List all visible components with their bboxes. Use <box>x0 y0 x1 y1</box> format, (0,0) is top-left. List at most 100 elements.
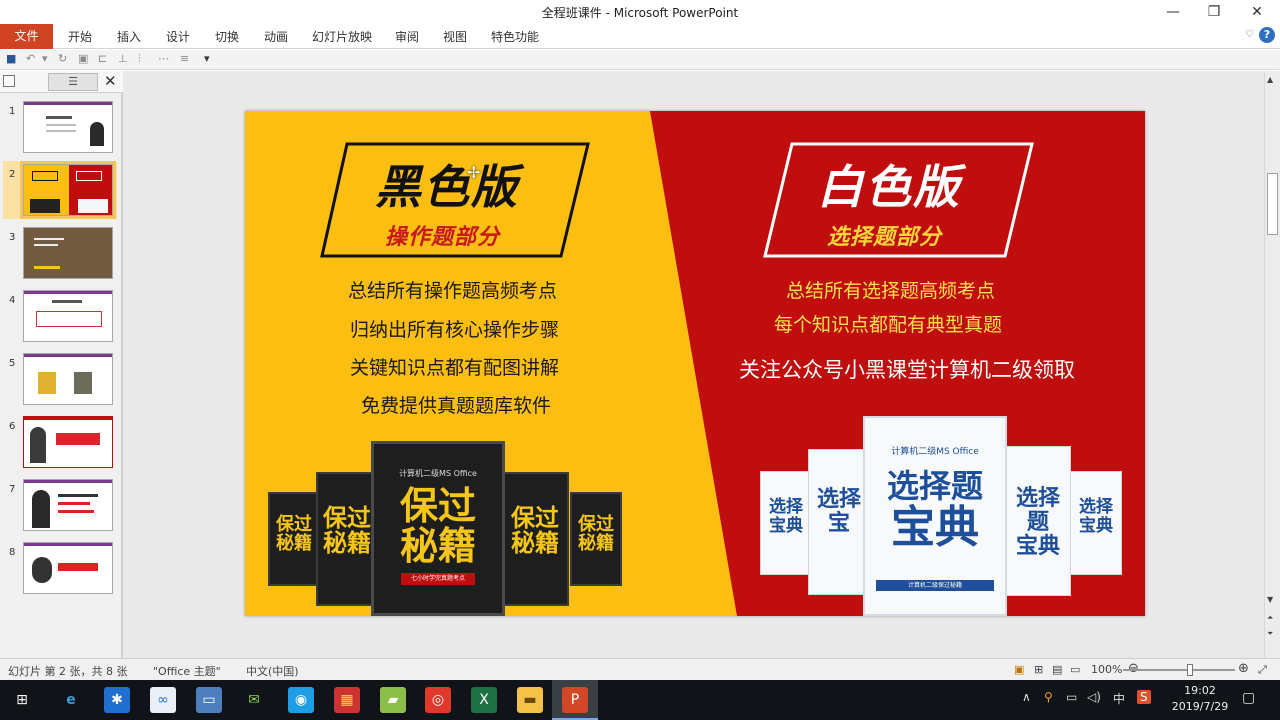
arrange-icon[interactable]: ≡ <box>180 52 189 65</box>
zoom-slider[interactable] <box>1123 669 1235 671</box>
netease-music-icon[interactable]: ◎ <box>425 687 451 713</box>
black-feature-line: 关键知识点都有配图讲解 <box>350 357 560 379</box>
quick-access-toolbar: ■ ↶ ▾ ↻ ▣ ⊏ ⊥ ⫶ ⋯ ≡ ▾ <box>0 50 1280 70</box>
black-feature-line: 总结所有操作题高频考点 <box>348 280 558 302</box>
slide-thumbnail-1[interactable] <box>23 101 113 153</box>
thumbnail-scrollbar[interactable] <box>121 93 123 658</box>
slide-thumbnail-8[interactable] <box>23 542 113 594</box>
tab-view[interactable]: 视图 <box>443 28 467 46</box>
scroll-up-icon[interactable]: ▲ <box>1267 75 1273 84</box>
white-book-bar: 计算机二级保过秘籍 <box>876 580 994 591</box>
redo-icon[interactable]: ↻ <box>58 52 67 65</box>
notes-icon[interactable]: ▰ <box>380 687 406 713</box>
wechat-icon[interactable]: ✉ <box>241 687 267 713</box>
black-book-small: 保过 秘籍 <box>570 492 622 586</box>
outline-tab-icon[interactable]: ☰ <box>48 73 98 91</box>
customize-qat-icon[interactable]: ▾ <box>204 52 210 65</box>
thumb-number: 7 <box>9 484 16 495</box>
tab-home[interactable]: 开始 <box>68 28 92 46</box>
thumb-number: 3 <box>9 232 16 243</box>
undo-dropdown-icon[interactable]: ▾ <box>42 52 48 65</box>
reading-view-icon[interactable]: ▤ <box>1052 663 1062 676</box>
save-icon[interactable]: ■ <box>6 52 16 65</box>
previous-slide-icon[interactable]: ⏶ <box>1267 613 1273 623</box>
layout-icon[interactable]: ▣ <box>78 52 88 65</box>
tab-features[interactable]: 特色功能 <box>491 28 539 46</box>
slide-sorter-icon[interactable]: ⊞ <box>1034 663 1043 676</box>
collapse-ribbon-icon[interactable]: ♡ <box>1245 29 1254 40</box>
slide-thumbnail-6[interactable] <box>23 416 113 468</box>
close-button[interactable]: ✕ <box>1234 0 1280 24</box>
app-colorful-icon[interactable]: ▦ <box>334 687 360 713</box>
slide-thumbnail-7[interactable] <box>23 479 113 531</box>
tab-review[interactable]: 审阅 <box>395 28 419 46</box>
edge-browser-icon[interactable]: e <box>58 687 84 713</box>
theme-name: "Office 主题" <box>153 665 221 678</box>
slide-thumbnail-2[interactable] <box>20 161 116 219</box>
black-feature-line: 免费提供真题题库软件 <box>361 395 552 417</box>
align-left-icon[interactable]: ⊏ <box>98 52 107 65</box>
slides-tab-icon[interactable] <box>3 75 15 87</box>
black-book-medium: 保过 秘籍 <box>501 472 569 606</box>
undo-icon[interactable]: ↶ <box>26 52 35 65</box>
workspace: ☰ ✕ 1 2 3 4 5 6 7 8 黑色版 操作题部分 白色版 选择题部分 … <box>0 71 1280 658</box>
app-star-icon[interactable]: ✱ <box>104 687 130 713</box>
notifications-icon[interactable]: ▢ <box>1242 690 1255 706</box>
screen-recorder-icon[interactable]: ▭ <box>196 687 222 713</box>
restore-button[interactable]: ❐ <box>1191 0 1237 24</box>
align-center-icon[interactable]: ⊥ <box>118 52 128 65</box>
tab-animations[interactable]: 动画 <box>264 28 288 46</box>
next-slide-icon[interactable]: ⏷ <box>1267 629 1273 639</box>
black-book-title1: 保过 <box>399 484 476 528</box>
main-vertical-scrollbar[interactable]: ▲ ▼ ⏶ ⏷ <box>1264 71 1280 658</box>
tab-design[interactable]: 设计 <box>166 28 190 46</box>
system-clock[interactable]: 19:02 2019/7/29 <box>1168 683 1232 715</box>
browser-icon[interactable]: ◉ <box>288 687 314 713</box>
normal-view-icon[interactable]: ▣ <box>1014 663 1024 676</box>
scrollbar-thumb[interactable] <box>1267 173 1278 235</box>
white-feature-line: 每个知识点都配有典型真题 <box>774 314 1003 336</box>
sogou-input-icon[interactable]: S <box>1137 690 1151 704</box>
excel-icon[interactable]: X <box>471 687 497 713</box>
pane-close-icon[interactable]: ✕ <box>104 72 117 90</box>
spacing-icon[interactable]: ⋯ <box>158 52 169 65</box>
black-feature-line: 归纳出所有核心操作步骤 <box>350 319 560 341</box>
zoom-in-icon[interactable]: ⊕ <box>1238 661 1249 676</box>
black-book-small: 保过 秘籍 <box>268 492 320 586</box>
search-tray-icon[interactable]: ⚲ <box>1044 690 1053 704</box>
slide-canvas[interactable]: 黑色版 操作题部分 白色版 选择题部分 总结所有操作题高频考点 归纳出所有核心操… <box>245 111 1145 616</box>
thumb-number: 5 <box>9 358 16 369</box>
slide-thumbnail-3[interactable] <box>23 227 113 279</box>
tab-file[interactable]: 文件 <box>0 24 53 49</box>
white-book-title2: 宝典 <box>891 502 979 554</box>
minimize-button[interactable]: — <box>1150 0 1196 24</box>
slide-thumbnail-5[interactable] <box>23 353 113 405</box>
tray-expand-icon[interactable]: ∧ <box>1022 690 1031 704</box>
tab-insert[interactable]: 插入 <box>117 28 141 46</box>
scroll-down-icon[interactable]: ▼ <box>1267 595 1273 604</box>
distribute-icon[interactable]: ⫶ <box>138 52 141 66</box>
powerpoint-icon[interactable]: P <box>562 687 588 713</box>
baidu-netdisk-icon[interactable]: ∞ <box>150 687 176 713</box>
slide-position: 幻灯片 第 2 张，共 8 张 <box>8 665 128 678</box>
fit-to-window-icon[interactable]: ⤢ <box>1258 663 1267 677</box>
white-book-main: 计算机二级MS Office 选择题 宝典 计算机二级保过秘籍 <box>863 416 1007 616</box>
white-book-small: 选择 宝典 <box>1070 471 1122 575</box>
start-icon[interactable]: ⊞ <box>9 687 35 713</box>
language[interactable]: 中文(中国) <box>246 663 299 679</box>
slide-thumbnail-4[interactable] <box>23 290 113 342</box>
file-explorer-icon[interactable]: ▬ <box>517 687 543 713</box>
tab-slideshow[interactable]: 幻灯片放映 <box>312 28 372 46</box>
volume-icon[interactable]: ◁) <box>1087 690 1101 704</box>
window-title: 全程班课件 - Microsoft PowerPoint <box>541 6 739 20</box>
ime-indicator[interactable]: 中 <box>1113 690 1125 707</box>
black-book-header: 计算机二级MS Office <box>399 469 477 478</box>
white-book-medium: 选择题 宝典 <box>1005 446 1071 596</box>
slideshow-view-icon[interactable]: ▭ <box>1070 663 1080 676</box>
network-icon[interactable]: ▭ <box>1066 690 1077 704</box>
zoom-level[interactable]: 100% <box>1091 663 1122 676</box>
help-icon[interactable]: ? <box>1259 27 1275 43</box>
black-edition-title: 黑色版 <box>375 160 519 214</box>
zoom-slider-knob[interactable] <box>1187 664 1193 676</box>
tab-transitions[interactable]: 切换 <box>215 28 239 46</box>
